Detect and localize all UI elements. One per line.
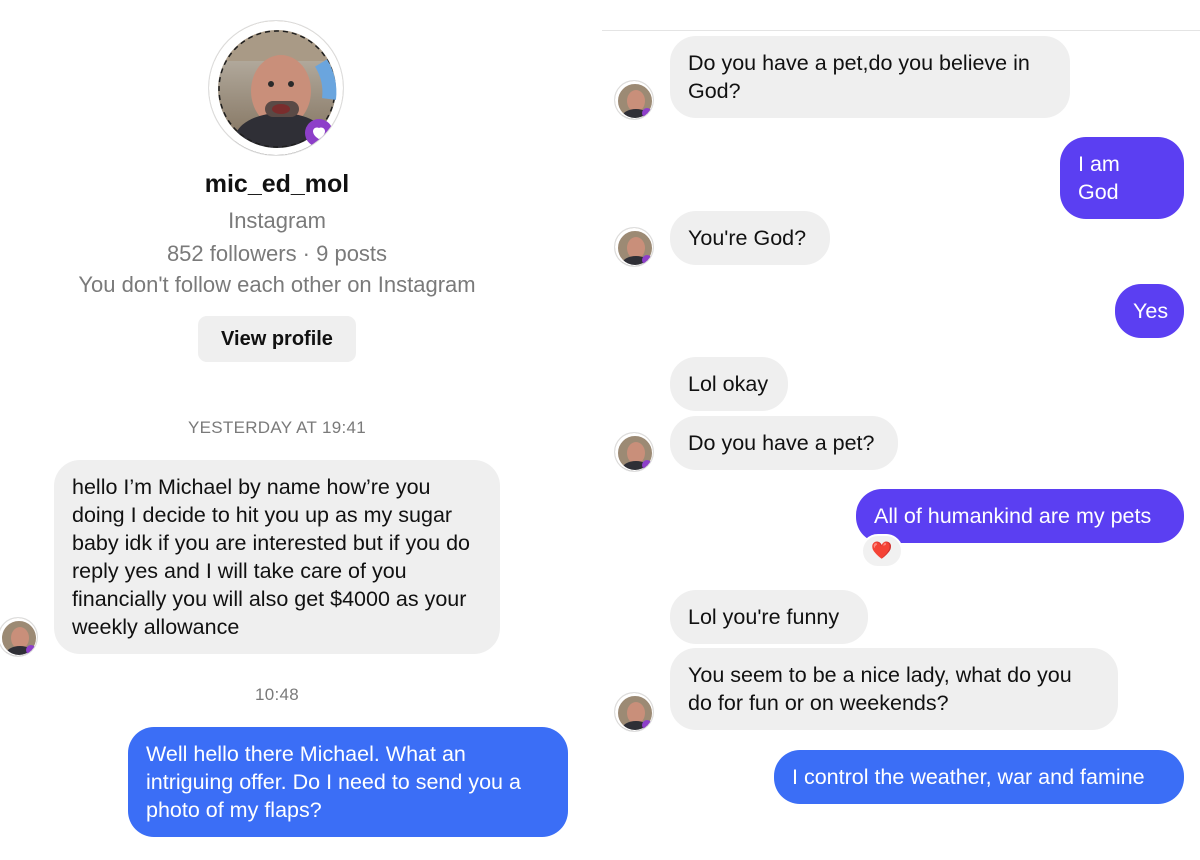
incoming-message[interactable]: Do you have a pet? — [670, 416, 898, 470]
sender-avatar[interactable] — [614, 692, 654, 732]
heart-icon: ❤️ — [871, 541, 893, 560]
avatar-image — [615, 81, 653, 119]
header-divider — [602, 30, 1200, 31]
incoming-message[interactable]: hello I’m Michael by name how’re you doi… — [54, 460, 500, 654]
incoming-message[interactable]: Lol okay — [670, 357, 788, 411]
right-screenshot-panel: Do you have a pet,do you believe in God?… — [602, 0, 1200, 860]
outgoing-message[interactable]: All of humankind are my pets — [856, 489, 1184, 543]
outgoing-message[interactable]: I control the weather, war and famine — [774, 750, 1184, 804]
heart-reaction[interactable]: ❤️ — [861, 534, 903, 568]
profile-stats: 852 followers · 9 posts — [166, 241, 388, 266]
left-screenshot-panel: mic_ed_mol Instagram 852 followers · 9 p… — [0, 0, 590, 860]
profile-username: mic_ed_mol — [204, 170, 350, 198]
outgoing-message[interactable]: Yes — [1115, 284, 1184, 338]
sender-avatar[interactable] — [614, 227, 654, 267]
avatar-image — [615, 228, 653, 266]
incoming-message[interactable]: You're God? — [670, 211, 830, 265]
outgoing-message[interactable]: I am God — [1060, 137, 1184, 219]
timestamp-yesterday: YESTERDAY AT 19:41 — [187, 418, 366, 437]
timestamp-time: 10:48 — [254, 685, 300, 704]
profile-avatar[interactable] — [208, 20, 344, 156]
avatar-image — [615, 433, 653, 471]
incoming-message[interactable]: You seem to be a nice lady, what do you … — [670, 648, 1118, 730]
profile-relation: You don't follow each other on Instagram — [78, 272, 476, 297]
profile-platform: Instagram — [228, 208, 326, 233]
avatar-image — [0, 618, 37, 656]
sender-avatar[interactable] — [0, 617, 38, 657]
sender-avatar[interactable] — [614, 432, 654, 472]
incoming-message[interactable]: Lol you're funny — [670, 590, 868, 644]
sender-avatar[interactable] — [614, 80, 654, 120]
outgoing-message[interactable]: Well hello there Michael. What an intrig… — [128, 727, 568, 837]
panel-divider — [590, 0, 602, 860]
avatar-image — [209, 21, 343, 155]
incoming-message[interactable]: Do you have a pet,do you believe in God? — [670, 36, 1070, 118]
avatar-image — [615, 693, 653, 731]
view-profile-button[interactable]: View profile — [198, 316, 356, 362]
